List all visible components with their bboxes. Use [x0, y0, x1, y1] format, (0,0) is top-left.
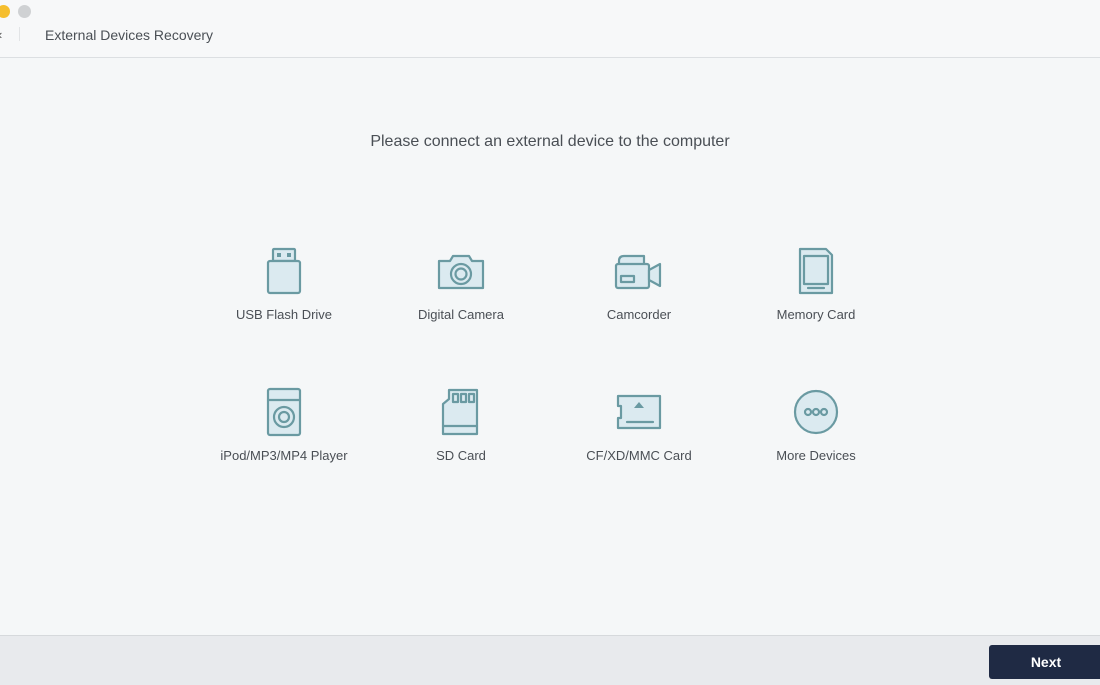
cf-card-icon	[616, 394, 662, 430]
connect-device-prompt: Please connect an external device to the…	[370, 133, 730, 150]
memory-card-icon	[798, 247, 834, 295]
title-divider	[19, 27, 20, 41]
device-more-devices[interactable]: More Devices	[731, 384, 901, 463]
device-memory-card[interactable]: Memory Card	[731, 243, 901, 322]
zoom-window-button[interactable]	[18, 5, 31, 18]
device-label: CF/XD/MMC Card	[586, 448, 692, 463]
device-label: Memory Card	[776, 307, 856, 322]
device-sd-card[interactable]: SD Card	[376, 384, 546, 463]
window-title: External Devices Recovery	[45, 27, 214, 43]
device-label: SD Card	[436, 448, 486, 463]
minimize-window-button[interactable]	[0, 5, 10, 18]
device-camcorder[interactable]: Camcorder	[554, 243, 724, 322]
more-icon	[793, 389, 839, 435]
device-usb-flash-drive[interactable]: USB Flash Drive	[199, 243, 369, 322]
sd-card-icon	[441, 388, 479, 436]
device-label: Digital Camera	[418, 307, 504, 322]
media-player-icon	[266, 387, 302, 437]
device-label: More Devices	[776, 448, 856, 463]
device-cf-card[interactable]: CF/XD/MMC Card	[554, 384, 724, 463]
back-arrow-icon[interactable]: ‹	[0, 28, 6, 42]
next-button[interactable]: Next	[989, 645, 1100, 679]
camera-icon	[437, 254, 485, 290]
device-label: iPod/MP3/MP4 Player	[220, 448, 348, 463]
device-label: USB Flash Drive	[235, 307, 333, 322]
camcorder-icon	[614, 254, 662, 290]
usb-flash-drive-icon	[266, 247, 302, 295]
device-media-player[interactable]: iPod/MP3/MP4 Player	[199, 384, 369, 463]
device-digital-camera[interactable]: Digital Camera	[376, 243, 546, 322]
title-bar: ‹ External Devices Recovery	[0, 0, 1100, 58]
device-label: Camcorder	[606, 307, 672, 322]
footer-bar	[0, 635, 1100, 685]
